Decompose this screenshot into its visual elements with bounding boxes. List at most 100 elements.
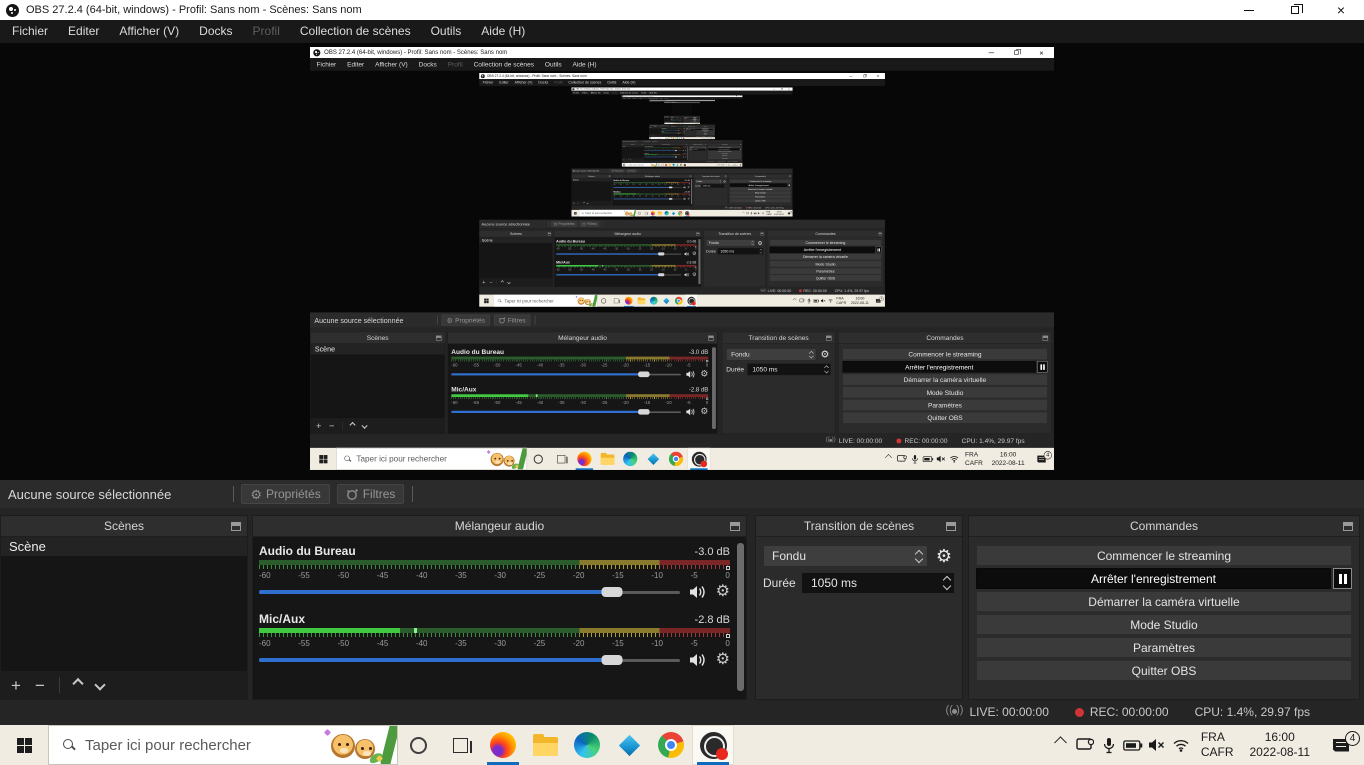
mixer-scrollbar[interactable] [737, 543, 744, 691]
meter-scale-label: -5 [691, 571, 698, 580]
meter-scale-label: -25 [534, 639, 546, 648]
menu-aide[interactable]: Aide (H) [471, 20, 535, 43]
clock-date: 2022-08-11 [1250, 745, 1311, 760]
scene-list-item[interactable]: Scène [1, 537, 247, 556]
quit-obs-button[interactable]: Quitter OBS [976, 660, 1352, 681]
duration-spinbox[interactable]: 1050 ms [801, 572, 955, 594]
tray-network-button[interactable] [1169, 725, 1193, 765]
gear-icon: ⚙ [716, 652, 730, 668]
panel-float-icon[interactable] [730, 522, 740, 531]
start-virtual-camera-button[interactable]: Démarrer la caméra virtuelle [976, 591, 1352, 612]
microphone-icon [1103, 737, 1115, 754]
gear-icon: ⚙ [936, 547, 952, 565]
live-time: LIVE: 00:00:00 [969, 705, 1048, 719]
channel-settings-button[interactable]: ⚙ [716, 584, 730, 600]
task-view-button[interactable] [438, 725, 482, 765]
volume-slider[interactable] [259, 655, 680, 665]
transitions-panel-header[interactable]: Transition de scènes [756, 516, 962, 537]
panel-float-icon[interactable] [946, 522, 956, 531]
move-scene-down-button[interactable] [96, 681, 104, 689]
firefox-icon [490, 732, 516, 758]
transitions-panel: Transition de scènes Fondu ⚙ Durée 1050 … [755, 515, 963, 700]
tray-display-capture-button[interactable] [1073, 725, 1097, 765]
transition-type-select[interactable]: Fondu [763, 545, 928, 567]
meter-scale-label: -35 [455, 571, 467, 580]
volume-meter [259, 560, 730, 570]
taskbar-app-kodi[interactable] [608, 725, 650, 765]
studio-mode-button[interactable]: Mode Studio [976, 614, 1352, 635]
scenes-panel-header[interactable]: Scènes [1, 516, 247, 537]
tray-expand-button[interactable] [1049, 725, 1073, 765]
taskbar-app-firefox[interactable] [482, 725, 524, 765]
controls-panel-header[interactable]: Commandes [969, 516, 1359, 537]
start-streaming-button[interactable]: Commencer le streaming [976, 545, 1352, 566]
taskbar-app-edge[interactable] [566, 725, 608, 765]
taskbar-clock[interactable]: 16:00 2022-08-11 [1242, 730, 1319, 760]
system-tray: FRA CAFR 16:00 2022-08-11 4 [1049, 725, 1364, 765]
properties-label: Propriétés [266, 487, 321, 501]
obs-main-window: OBS 27.2.4 (64-bit, windows) - Profil: S… [649, 100, 715, 140]
dock-area: Scènes Scène + − Mélangeur audio [0, 508, 1364, 725]
volume-slider[interactable] [259, 587, 680, 597]
language-indicator[interactable]: FRA CAFR [1193, 730, 1242, 760]
panel-float-icon[interactable] [231, 522, 241, 531]
preview-canvas[interactable]: OBS 27.2.4 (64-bit, windows) - Profil: S… [0, 43, 1364, 480]
language-code: FRA [1201, 730, 1225, 745]
meter-scale-label: -20 [573, 639, 585, 648]
channel-name: Mic/Aux [259, 612, 305, 626]
clock-time: 16:00 [1265, 730, 1295, 745]
volume-slider-handle[interactable] [602, 587, 623, 597]
start-button[interactable] [0, 725, 48, 765]
mute-button[interactable] [689, 585, 707, 599]
tray-battery-button[interactable] [1121, 725, 1145, 765]
mixer-panel-header[interactable]: Mélangeur audio [253, 516, 746, 537]
tray-microphone-button[interactable] [1097, 725, 1121, 765]
meter-scale-label: -55 [298, 571, 310, 580]
menu-outils[interactable]: Outils [421, 20, 472, 43]
close-icon: × [1337, 3, 1345, 17]
pause-recording-button[interactable] [1333, 568, 1352, 589]
menu-editer[interactable]: Editer [58, 20, 109, 43]
transition-type-value: Fondu [764, 549, 911, 563]
menu-collection-de-scenes[interactable]: Collection de scènes [290, 20, 421, 43]
spinner-arrows-icon[interactable] [939, 577, 954, 589]
add-scene-button[interactable]: + [11, 677, 21, 694]
minimize-button[interactable] [1226, 0, 1272, 20]
menu-fichier[interactable]: Fichier [2, 20, 58, 43]
cpu-status: CPU: 1.4%, 29.97 fps [1195, 705, 1310, 719]
panel-float-icon[interactable] [1343, 522, 1353, 531]
filters-label: Filtres [363, 487, 396, 501]
obs-main-window: OBS 27.2.4 (64-bit, windows) - Profil: S… [479, 73, 885, 307]
tray-volume-button[interactable] [1145, 725, 1169, 765]
scenes-panel-title: Scènes [104, 519, 144, 533]
close-button[interactable]: × [1318, 0, 1364, 20]
filters-icon [346, 488, 359, 501]
pause-icon [1344, 574, 1347, 584]
properties-button[interactable]: ⚙ Propriétés [241, 484, 329, 504]
taskbar-app-obs[interactable] [692, 725, 734, 765]
menu-docks[interactable]: Docks [189, 20, 242, 43]
meter-scale-label: -60 [259, 571, 271, 580]
meter-scale-label: -30 [494, 571, 506, 580]
settings-button[interactable]: Paramètres [976, 637, 1352, 658]
meter-scale-label: -10 [651, 571, 663, 580]
scene-toolbar: + − [1, 671, 247, 699]
move-scene-up-button[interactable] [74, 681, 82, 689]
filters-button[interactable]: Filtres [337, 484, 405, 504]
stop-recording-button[interactable]: Arrêter l'enregistrement [976, 568, 1331, 589]
volume-slider-handle[interactable] [602, 655, 623, 665]
channel-settings-button[interactable]: ⚙ [716, 652, 730, 668]
cortana-button[interactable] [398, 725, 438, 765]
taskbar-app-chrome[interactable] [650, 725, 692, 765]
transition-settings-button[interactable]: ⚙ [933, 545, 955, 567]
remove-scene-button[interactable]: − [35, 677, 45, 694]
action-center-button[interactable]: 4 [1318, 739, 1364, 752]
meter-scale-label: 0 [725, 639, 729, 648]
gear-icon: ⚙ [716, 584, 730, 600]
mute-button[interactable] [689, 653, 707, 667]
menu-afficher[interactable]: Afficher (V) [109, 20, 189, 43]
taskbar-search[interactable] [48, 725, 398, 765]
restore-button[interactable] [1272, 0, 1318, 20]
taskbar-app-file-explorer[interactable] [524, 725, 566, 765]
mixer-body: Audio du Bureau -3.0 dB -60-55-50-45-40 [253, 537, 746, 699]
